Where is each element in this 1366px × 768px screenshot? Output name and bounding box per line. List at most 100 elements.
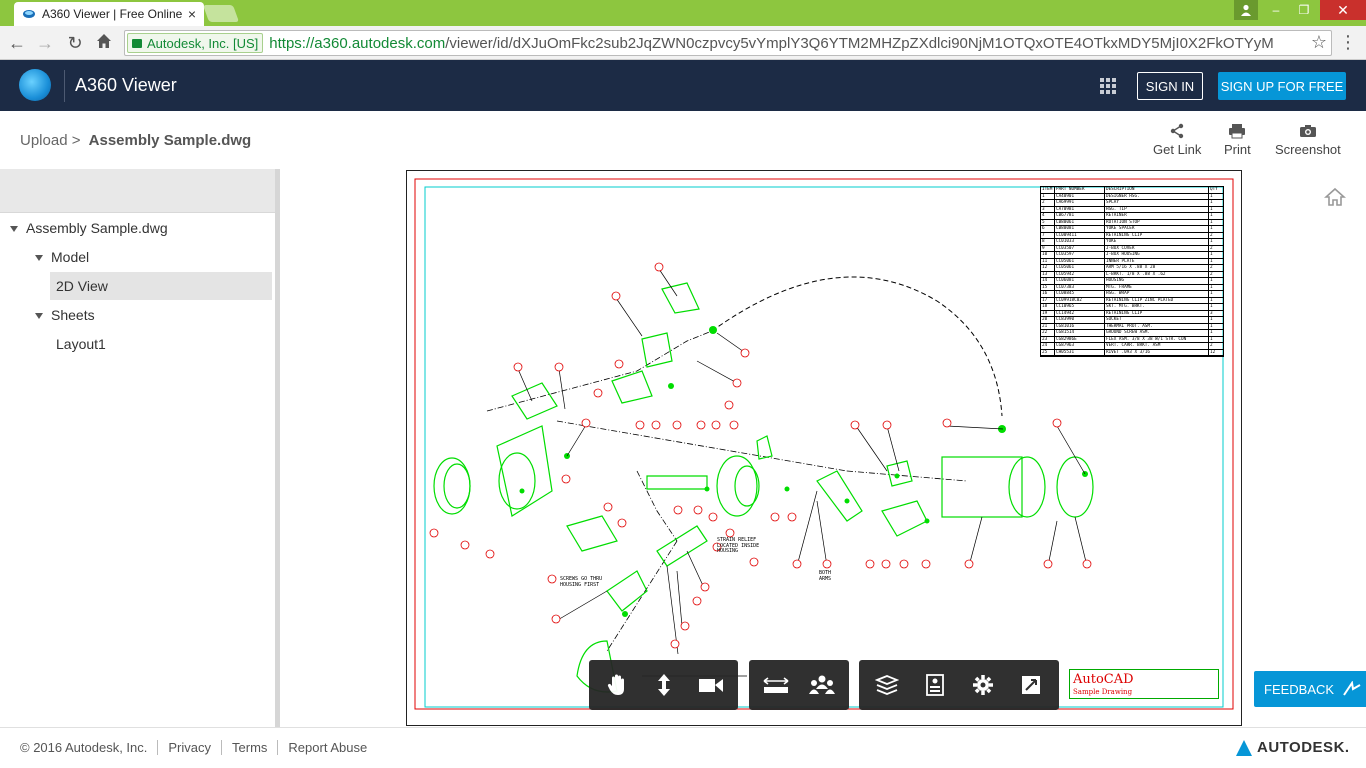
feedback-button[interactable]: FEEDBACK [1254,671,1366,707]
expand-caret-icon[interactable] [10,226,18,233]
settings-icon[interactable] [965,666,1001,704]
new-tab-button[interactable] [202,5,240,22]
bom-cell: MTG. FRAME [1105,284,1209,290]
print-button[interactable]: Print [1224,123,1251,157]
bom-cell: FLEX ASM. 3/8 X 38 W/1 STR. CON [1105,336,1209,342]
tree-label: Sheets [51,307,95,323]
get-link-button[interactable]: Get Link [1153,123,1201,157]
bom-cell: HSG. TIP [1105,206,1209,212]
explode-icon[interactable] [805,666,839,704]
user-icon[interactable] [1234,0,1258,20]
autodesk-logo[interactable]: AUTODESK. [1236,739,1350,756]
bom-cell: J-BOX COVER [1105,245,1209,251]
reload-icon[interactable]: ↻ [64,32,86,54]
sign-in-button[interactable]: SIGN IN [1137,72,1203,100]
bom-cell: HSG. WRAP [1105,291,1209,297]
bom-cell: DESCRIPTION [1105,187,1209,193]
drawing-sheet[interactable]: ITEM PART NUMBER DESCRIPTION QTY 1 CA40901 DES… [406,170,1242,726]
measure-icon[interactable] [759,666,793,704]
a360-logo-icon[interactable] [19,69,51,101]
expand-caret-icon[interactable] [35,313,43,320]
layers-icon[interactable] [869,666,905,704]
footer-report-link[interactable]: Report Abuse [277,740,377,755]
footer-copyright: © 2016 Autodesk, Inc. [20,740,148,755]
ev-certificate-badge[interactable]: Autodesk, Inc. [US] [127,33,264,53]
pan-icon[interactable] [599,666,634,704]
close-window-button[interactable]: ✕ [1320,0,1366,20]
breadcrumb-upload[interactable]: Upload [20,132,68,149]
bom-cell: CC01033 [1055,239,1105,245]
bom-cell: RETAINING CLIP [1105,232,1209,238]
bom-cell: CC03507 [1055,245,1105,251]
footer-links: © 2016 Autodesk, Inc. Privacy Terms Repo… [20,740,377,755]
bom-cell: 22 [1041,330,1055,336]
bom-cell: CC10965 [1055,304,1105,310]
bom-cell: 1 [1210,226,1213,231]
bom-cell: CC08845 [1055,291,1105,297]
apps-grid-icon[interactable] [1100,78,1116,94]
bom-cell: CG81016 [1055,323,1105,329]
bom-cell: SOCKET [1105,317,1209,323]
bom-cell: 5 [1041,219,1055,225]
bom-cell: RIVET .093 X 3/16 [1105,349,1209,355]
bom-cell: 1 [1210,278,1213,283]
tree-item-model[interactable]: Model [35,243,275,271]
bom-cell: 1 [1210,219,1213,225]
tree-item-sheets[interactable]: Sheets [35,301,275,329]
tab-title: A360 Viewer | Free Online [42,7,183,21]
chrome-menu-icon[interactable]: ⋮ [1338,32,1358,53]
bom-cell: 1 [1210,291,1213,296]
bom-cell: INNER PLATE [1105,258,1209,264]
star-icon[interactable]: ☆ [1311,32,1327,53]
forward-icon[interactable]: → [34,32,56,54]
tree-item-2d-view[interactable]: 2D View [50,272,272,300]
breadcrumb-bar: Upload > Assembly Sample.dwg Get Link Pr… [0,111,1366,169]
home-view-icon[interactable] [1324,187,1346,207]
bom-cell: 7 [1041,232,1055,238]
title-block-main: AutoCAD [1073,672,1134,687]
screenshot-button[interactable]: Screenshot [1275,123,1341,157]
lock-icon [132,38,142,48]
bom-cell: QTY [1210,187,1218,192]
bom-cell: 21 [1041,323,1055,329]
bom-cell: 1 [1210,317,1213,322]
bom-cell: 1 [1210,239,1213,244]
footer-terms-link[interactable]: Terms [221,740,277,755]
bom-cell: HOUSING [1105,278,1209,284]
bom-row: 25 CH05531 RIVET .093 X 3/16 12 [1041,349,1223,356]
address-bar[interactable]: Autodesk, Inc. [US] https://a360.autodes… [124,30,1332,56]
bom-cell: SPLAY [1105,200,1209,206]
drawing-viewer[interactable]: ITEM PART NUMBER DESCRIPTION QTY 1 CA40901 DES… [280,169,1366,727]
bom-cell: CC05061 [1055,258,1105,264]
tree-item-layout1[interactable]: Layout1 [56,330,275,358]
bom-cell: SKT. MTG. BRKT. [1105,304,1209,310]
bom-cell: CC06081 [1055,278,1105,284]
bom-cell: 6 [1041,226,1055,232]
bom-cell: 9 [1041,245,1055,251]
tree-item-assembly[interactable]: Assembly Sample.dwg [10,214,275,242]
browser-tab[interactable]: A360 Viewer | Free Online × [14,2,204,26]
tab-close-icon[interactable]: × [188,6,196,22]
properties-icon[interactable] [917,666,953,704]
minimize-button[interactable]: – [1262,0,1290,20]
zoom-icon[interactable] [646,666,681,704]
maximize-button[interactable]: ❐ [1290,0,1318,20]
camera-view-icon[interactable] [693,666,728,704]
bom-cell: 2 [1210,245,1213,251]
back-icon[interactable]: ← [6,32,28,54]
note-strain-relief: STRAIN RELIEF LOCATED INSIDE HOUSING [717,537,760,554]
expand-caret-icon[interactable] [35,255,43,262]
bom-cell: CC14942 [1055,310,1105,316]
browser-toolbar: ← → ↻ Autodesk, Inc. [US] https://a360.a… [0,26,1366,60]
sign-up-button[interactable]: SIGN UP FOR FREE [1218,72,1346,100]
a360-favicon-icon [23,10,35,18]
footer-privacy-link[interactable]: Privacy [157,740,221,755]
printer-icon [1229,124,1246,139]
home-icon[interactable] [93,32,115,54]
bom-cell: 18 [1041,304,1055,310]
bom-cell: 12 [1210,349,1216,355]
bom-cell: 4 [1041,213,1055,219]
url-host: https://a360.autodesk.com [269,34,446,52]
fullscreen-icon[interactable] [1013,666,1049,704]
browser-tab-strip: A360 Viewer | Free Online × – ❐ ✕ [0,0,1366,26]
